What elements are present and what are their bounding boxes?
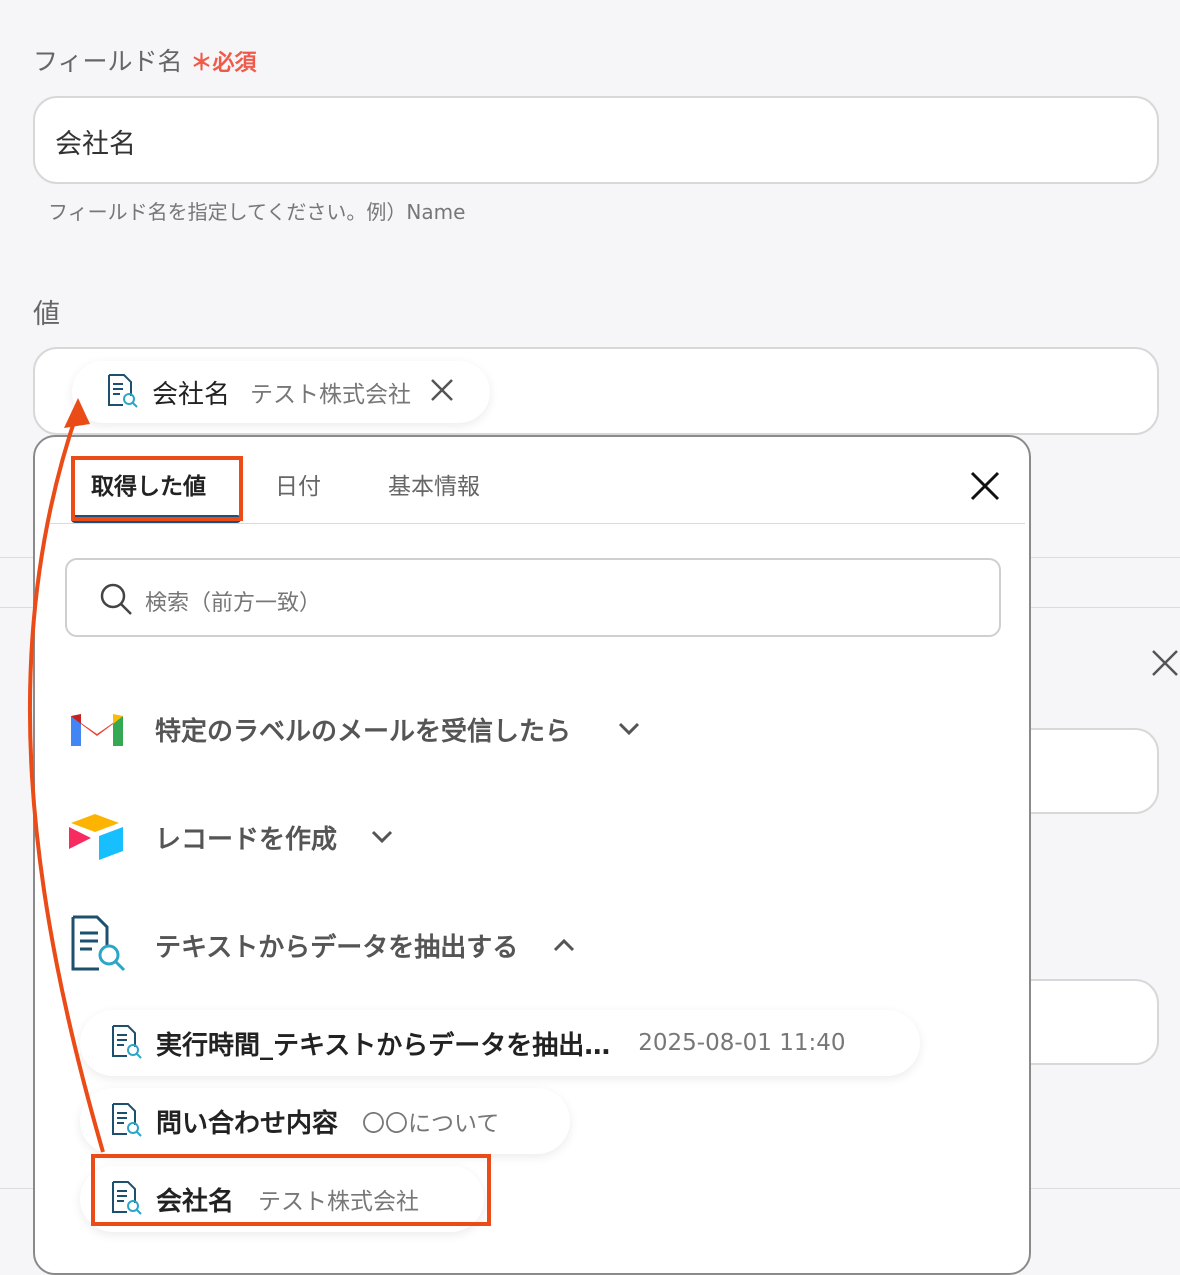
annotation-arrow [27, 398, 105, 1153]
